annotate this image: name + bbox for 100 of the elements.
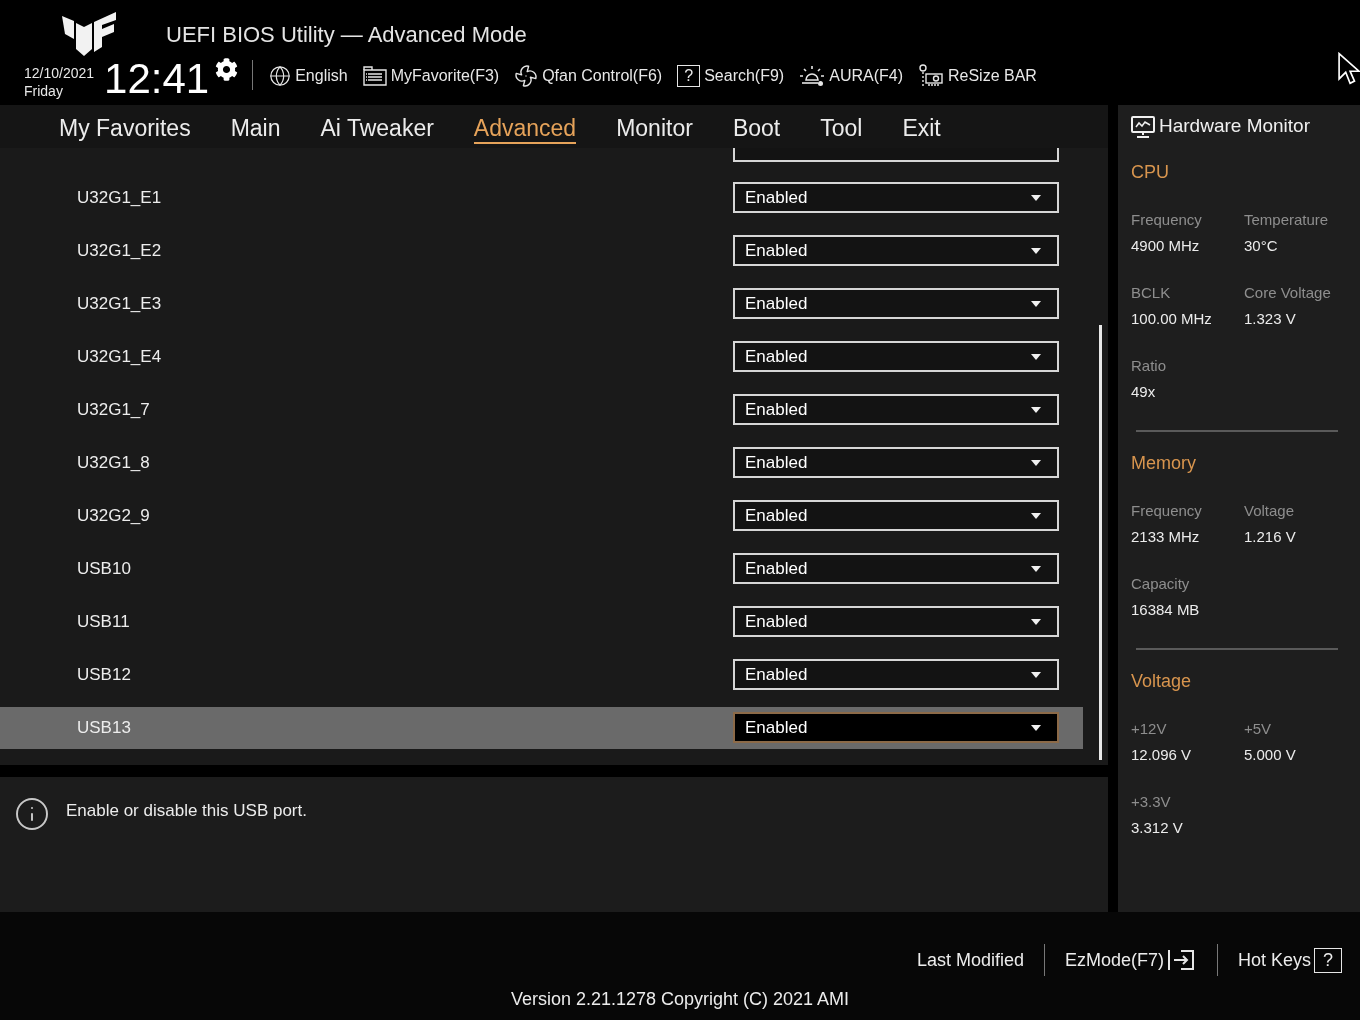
version-text: Version 2.21.1278 Copyright (C) 2021 AMI: [510, 988, 850, 1011]
dropdown-select[interactable]: Enabled: [733, 341, 1059, 372]
metric-label: +3.3V: [1131, 792, 1172, 812]
setting-row[interactable]: U32G1_8 Enabled: [0, 441, 1083, 484]
aura-button[interactable]: AURA(F4): [799, 63, 903, 89]
menu-tab[interactable]: Monitor: [616, 113, 693, 144]
metric-value: 1.216 V: [1244, 527, 1297, 547]
setting-label: U32G2_9: [77, 504, 151, 527]
search-button[interactable]: ? Search(F9): [677, 63, 785, 89]
section-title: CPU: [1131, 161, 1170, 184]
dropdown-select[interactable]: Enabled: [733, 288, 1059, 319]
question-mark-icon: ?: [677, 65, 701, 87]
last-modified-button[interactable]: Last Modified: [916, 946, 1024, 974]
metric-label: Voltage: [1244, 501, 1296, 521]
logo-icon: [62, 12, 116, 56]
monitor-icon: [1131, 115, 1155, 138]
menu-tab[interactable]: Ai Tweaker: [320, 113, 434, 144]
setting-row[interactable]: USB12 Enabled: [0, 653, 1083, 696]
caret-icon: [1031, 512, 1041, 519]
clock-time: 12:41: [104, 56, 210, 102]
caret-icon: [1031, 724, 1041, 731]
caret-icon: [1031, 671, 1041, 678]
caret-icon: [1031, 247, 1041, 254]
caret-icon: [1031, 618, 1041, 625]
metric-value: 16384 MB: [1131, 600, 1201, 620]
dropdown-select[interactable]: Enabled: [733, 606, 1059, 637]
setting-label: U32G1_E3: [77, 292, 163, 315]
metric-label: Core Voltage: [1244, 283, 1332, 303]
setting-row[interactable]: U32G1_E2 Enabled: [0, 229, 1083, 272]
language-button[interactable]: English: [269, 63, 348, 89]
resize-bar-button[interactable]: ReSize BAR: [918, 63, 1037, 89]
setting-row[interactable]: U32G2_9 Enabled: [0, 494, 1083, 537]
dropdown-select[interactable]: Enabled: [733, 182, 1059, 213]
setting-label: USB10: [77, 557, 132, 580]
setting-label: U32G1_7: [77, 398, 151, 421]
metric-value: 1.323 V: [1244, 309, 1297, 329]
dropdown-select[interactable]: Enabled: [733, 712, 1059, 743]
date-text: 12/10/2021: [24, 64, 95, 82]
setting-label: USB12: [77, 663, 132, 686]
metric-value: 49x: [1131, 382, 1157, 402]
info-icon: [14, 796, 50, 832]
caret-icon: [1031, 459, 1041, 466]
setting-row[interactable]: U32G1_7 Enabled: [0, 388, 1083, 431]
setting-label: U32G1_E2: [77, 239, 163, 262]
setting-label: USB13: [77, 716, 132, 739]
help-text: Enable or disable this USB port.: [66, 800, 307, 822]
globe-icon: [269, 65, 292, 87]
caret-icon: [1031, 194, 1041, 201]
metric-label: Temperature: [1244, 210, 1330, 230]
metric-label: Capacity: [1131, 574, 1191, 594]
exit-icon: [1166, 948, 1197, 972]
menu-tab[interactable]: My Favorites: [59, 113, 191, 144]
metric-label: BCLK: [1131, 283, 1172, 303]
caret-icon: [1031, 406, 1041, 413]
caret-icon: [1031, 353, 1041, 360]
dropdown-select[interactable]: [733, 148, 1059, 162]
setting-row[interactable]: U32G1_E3 Enabled: [0, 282, 1083, 325]
hot-keys-button[interactable]: Hot Keys ?: [1237, 946, 1342, 974]
menu-tab[interactable]: Main: [230, 113, 281, 144]
metric-label: +12V: [1131, 719, 1168, 739]
list-card-icon: [362, 66, 387, 86]
dropdown-select[interactable]: Enabled: [733, 394, 1059, 425]
menu-tab[interactable]: Exit: [902, 113, 941, 144]
setting-row[interactable]: USB13 Enabled: [0, 706, 1083, 749]
metric-label: Ratio: [1131, 356, 1168, 376]
ez-mode-button[interactable]: EzMode(F7): [1064, 946, 1197, 974]
setting-row[interactable]: U32G1_E4 Enabled: [0, 335, 1083, 378]
light-icon: [799, 65, 826, 87]
dropdown-select[interactable]: Enabled: [733, 235, 1059, 266]
dropdown-select[interactable]: Enabled: [733, 500, 1059, 531]
graphics-card-icon: [918, 64, 944, 88]
fan-control-button[interactable]: Qfan Control(F6): [514, 63, 663, 89]
menu-tab[interactable]: Boot: [732, 113, 781, 144]
menu-tab[interactable]: Tool: [820, 113, 863, 144]
metric-value: 5.000 V: [1244, 745, 1297, 765]
favorites-button[interactable]: MyFavorite(F3): [362, 63, 500, 89]
day-text: Friday: [24, 82, 64, 100]
setting-row[interactable]: USB11 Enabled: [0, 600, 1083, 643]
section-title: Memory: [1131, 452, 1197, 475]
setting-label: USB11: [77, 610, 131, 633]
metric-label: Frequency: [1131, 501, 1203, 521]
dropdown-select[interactable]: Enabled: [733, 553, 1059, 584]
caret-icon: [1031, 565, 1041, 572]
setting-row[interactable]: USB10 Enabled: [0, 547, 1083, 590]
question-mark-icon: ?: [1314, 947, 1342, 973]
settings-icon[interactable]: [215, 58, 239, 81]
metric-value: 4900 MHz: [1131, 236, 1201, 256]
setting-row[interactable]: U32G1_E1 Enabled: [0, 176, 1083, 219]
metric-label: +5V: [1244, 719, 1273, 739]
dropdown-select[interactable]: Enabled: [733, 447, 1059, 478]
dropdown-select[interactable]: Enabled: [733, 659, 1059, 690]
metric-value: 3.312 V: [1131, 818, 1184, 838]
section-title: Voltage: [1131, 670, 1193, 693]
caret-icon: [1031, 300, 1041, 307]
scrollbar[interactable]: [1099, 325, 1102, 760]
metric-value: 2133 MHz: [1131, 527, 1201, 547]
setting-label: U32G1_8: [77, 451, 151, 474]
window-title: UEFI BIOS Utility — Advanced Mode: [166, 21, 527, 49]
panel-title: Hardware Monitor: [1159, 114, 1310, 139]
menu-tab[interactable]: Advanced: [473, 113, 577, 144]
